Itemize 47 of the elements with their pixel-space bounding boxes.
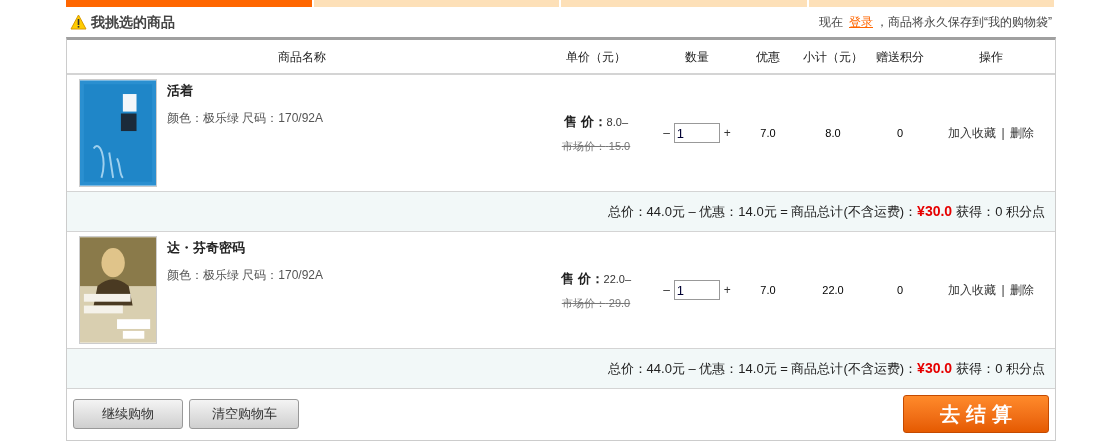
product-attributes: 颜色：极乐绿 尺码：170/92A (167, 109, 324, 127)
notice-text: ，商品将永久保存到“我的购物袋” (876, 14, 1052, 31)
notice-text: 现在 (818, 14, 844, 31)
sale-price-label: 售 价： (560, 270, 604, 288)
column-header: 商品名称 (278, 48, 326, 66)
quantity-field[interactable]: 1 (673, 280, 720, 300)
summary-points: 获得：0 积分点 (956, 202, 1045, 221)
continue-shopping-button[interactable]: 继续购物 (73, 399, 183, 429)
warning-icon (70, 14, 87, 30)
column-header: 单价（元） (566, 48, 626, 66)
column-header: 小计（元） (803, 48, 863, 66)
market-price: 市场价： 15.0 (561, 138, 631, 154)
summary-amount: ¥30.0 (917, 202, 953, 221)
column-header: 优惠 (756, 48, 780, 66)
discount-value: 7.0 (760, 125, 776, 141)
summary-total: 总价：44.0元 – 优惠：14.0元 = 商品总计(不含运费)： (607, 359, 918, 378)
points-value: 0 (896, 282, 904, 298)
column-header: 赠送积分 (876, 48, 924, 66)
subtotal-value: 8.0 (825, 125, 841, 141)
delete-link[interactable]: 删除 (1009, 281, 1034, 299)
column-header: 操作 (979, 48, 1003, 66)
summary-points: 获得：0 积分点 (956, 359, 1045, 378)
increase-button[interactable]: + (723, 281, 731, 299)
column-header: 数量 (685, 48, 709, 66)
delete-link[interactable]: 删除 (1009, 124, 1034, 142)
product-title[interactable]: 活着 (167, 81, 324, 101)
discount-value: 7.0 (760, 282, 776, 298)
subtotal-value: 22.0 (822, 282, 844, 298)
points-value: 0 (896, 125, 904, 141)
sale-price: 8.0– (606, 114, 628, 130)
quantity-field[interactable]: 1 (673, 123, 720, 143)
favorite-link[interactable]: 加入收藏 (948, 281, 997, 299)
increase-button[interactable]: + (723, 124, 731, 142)
decrease-button[interactable]: – (663, 124, 670, 142)
decrease-button[interactable]: – (663, 281, 670, 299)
product-attributes: 颜色：极乐绿 尺码：170/92A (167, 266, 324, 284)
summary-amount: ¥30.0 (917, 359, 953, 378)
product-title[interactable]: 达・芬奇密码 (167, 238, 324, 258)
section-title: 我挑选的商品 (91, 12, 175, 32)
summary-total: 总价：44.0元 – 优惠：14.0元 = 商品总计(不含运费)： (607, 202, 918, 221)
sale-price-label: 售 价： (563, 113, 607, 131)
market-price: 市场价： 29.0 (561, 295, 631, 311)
favorite-link[interactable]: 加入收藏 (948, 124, 997, 142)
separator: | (1001, 125, 1005, 142)
separator: | (1001, 282, 1005, 299)
sale-price: 22.0– (603, 271, 632, 287)
clear-cart-button[interactable]: 清空购物车 (189, 399, 299, 429)
